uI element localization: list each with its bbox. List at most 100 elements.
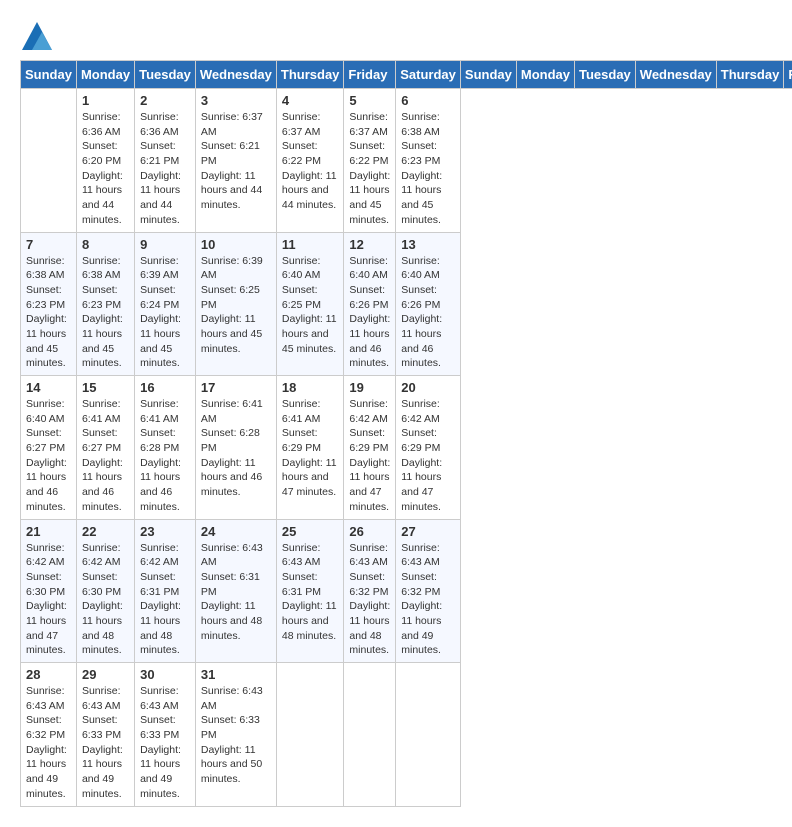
day-header-friday: Friday bbox=[784, 61, 792, 89]
day-number: 30 bbox=[140, 667, 190, 682]
calendar-table: SundayMondayTuesdayWednesdayThursdayFrid… bbox=[20, 60, 792, 807]
cell-info: Sunrise: 6:37 AMSunset: 6:22 PMDaylight:… bbox=[349, 111, 390, 226]
cell-info: Sunrise: 6:39 AMSunset: 6:24 PMDaylight:… bbox=[140, 255, 181, 370]
calendar-cell: 14 Sunrise: 6:40 AMSunset: 6:27 PMDayligh… bbox=[21, 376, 77, 520]
calendar-cell: 8 Sunrise: 6:38 AMSunset: 6:23 PMDaylight… bbox=[76, 232, 134, 376]
calendar-cell: 12Sunrise: 6:40 AMSunset: 6:26 PMDayligh… bbox=[344, 232, 396, 376]
cell-info: Sunrise: 6:40 AMSunset: 6:26 PMDaylight:… bbox=[401, 255, 442, 370]
calendar-cell: 1Sunrise: 6:36 AMSunset: 6:20 PMDaylight… bbox=[76, 89, 134, 233]
calendar-cell: 19Sunrise: 6:42 AMSunset: 6:29 PMDayligh… bbox=[344, 376, 396, 520]
calendar-cell: 6 Sunrise: 6:38 AMSunset: 6:23 PMDaylight… bbox=[396, 89, 461, 233]
calendar-cell: 25 Sunrise: 6:43 AMSunset: 6:31 PMDayligh… bbox=[276, 519, 344, 663]
week-row-2: 7 Sunrise: 6:38 AMSunset: 6:23 PMDaylight… bbox=[21, 232, 792, 376]
cell-info: Sunrise: 6:40 AMSunset: 6:27 PMDaylight:… bbox=[26, 398, 67, 513]
cell-info: Sunrise: 6:43 AMSunset: 6:31 PMDaylight:… bbox=[201, 542, 263, 642]
day-header-tuesday: Tuesday bbox=[575, 61, 636, 89]
week-row-1: 1Sunrise: 6:36 AMSunset: 6:20 PMDaylight… bbox=[21, 89, 792, 233]
day-number: 20 bbox=[401, 380, 455, 395]
calendar-cell: 5 Sunrise: 6:37 AMSunset: 6:22 PMDaylight… bbox=[344, 89, 396, 233]
cell-info: Sunrise: 6:37 AMSunset: 6:21 PMDaylight:… bbox=[201, 111, 263, 211]
day-header-thursday: Thursday bbox=[716, 61, 784, 89]
day-number: 16 bbox=[140, 380, 190, 395]
calendar-cell: 23 Sunrise: 6:42 AMSunset: 6:31 PMDayligh… bbox=[135, 519, 196, 663]
cell-info: Sunrise: 6:38 AMSunset: 6:23 PMDaylight:… bbox=[401, 111, 442, 226]
day-number: 6 bbox=[401, 93, 455, 108]
day-number: 7 bbox=[26, 237, 71, 252]
day-number: 3 bbox=[201, 93, 271, 108]
day-number: 11 bbox=[282, 237, 339, 252]
calendar-cell bbox=[21, 89, 77, 233]
calendar-cell: 15Sunrise: 6:41 AMSunset: 6:27 PMDayligh… bbox=[76, 376, 134, 520]
calendar-cell: 20Sunrise: 6:42 AMSunset: 6:29 PMDayligh… bbox=[396, 376, 461, 520]
cell-info: Sunrise: 6:42 AMSunset: 6:31 PMDaylight:… bbox=[140, 542, 181, 657]
calendar-cell bbox=[276, 663, 344, 807]
cell-info: Sunrise: 6:37 AMSunset: 6:22 PMDaylight:… bbox=[282, 111, 337, 211]
calendar-cell: 26Sunrise: 6:43 AMSunset: 6:32 PMDayligh… bbox=[344, 519, 396, 663]
calendar-cell: 31 Sunrise: 6:43 AMSunset: 6:33 PMDayligh… bbox=[195, 663, 276, 807]
week-row-4: 21 Sunrise: 6:42 AMSunset: 6:30 PMDayligh… bbox=[21, 519, 792, 663]
day-number: 29 bbox=[82, 667, 129, 682]
calendar-cell: 16Sunrise: 6:41 AMSunset: 6:28 PMDayligh… bbox=[135, 376, 196, 520]
cell-info: Sunrise: 6:43 AMSunset: 6:31 PMDaylight:… bbox=[282, 542, 337, 642]
calendar-cell: 18Sunrise: 6:41 AMSunset: 6:29 PMDayligh… bbox=[276, 376, 344, 520]
calendar-cell: 4 Sunrise: 6:37 AMSunset: 6:22 PMDaylight… bbox=[276, 89, 344, 233]
day-number: 5 bbox=[349, 93, 390, 108]
calendar-cell: 7Sunrise: 6:38 AMSunset: 6:23 PMDaylight… bbox=[21, 232, 77, 376]
calendar-cell: 13 Sunrise: 6:40 AMSunset: 6:26 PMDayligh… bbox=[396, 232, 461, 376]
calendar-cell bbox=[344, 663, 396, 807]
cell-info: Sunrise: 6:43 AMSunset: 6:33 PMDaylight:… bbox=[201, 685, 263, 785]
day-number: 9 bbox=[140, 237, 190, 252]
cell-info: Sunrise: 6:43 AMSunset: 6:32 PMDaylight:… bbox=[401, 542, 442, 657]
calendar-cell: 30Sunrise: 6:43 AMSunset: 6:33 PMDayligh… bbox=[135, 663, 196, 807]
day-header-monday: Monday bbox=[516, 61, 574, 89]
day-number: 27 bbox=[401, 524, 455, 539]
day-number: 21 bbox=[26, 524, 71, 539]
day-number: 2 bbox=[140, 93, 190, 108]
day-number: 24 bbox=[201, 524, 271, 539]
calendar-cell: 11Sunrise: 6:40 AMSunset: 6:25 PMDayligh… bbox=[276, 232, 344, 376]
day-header-sunday: Sunday bbox=[460, 61, 516, 89]
cell-info: Sunrise: 6:41 AMSunset: 6:27 PMDaylight:… bbox=[82, 398, 123, 513]
day-header-monday: Monday bbox=[76, 61, 134, 89]
day-number: 13 bbox=[401, 237, 455, 252]
page-header bbox=[20, 20, 772, 50]
day-header-friday: Friday bbox=[344, 61, 396, 89]
day-number: 4 bbox=[282, 93, 339, 108]
cell-info: Sunrise: 6:36 AMSunset: 6:20 PMDaylight:… bbox=[82, 111, 123, 226]
day-number: 28 bbox=[26, 667, 71, 682]
day-number: 8 bbox=[82, 237, 129, 252]
week-row-5: 28Sunrise: 6:43 AMSunset: 6:32 PMDayligh… bbox=[21, 663, 792, 807]
calendar-cell: 10 Sunrise: 6:39 AMSunset: 6:25 PMDayligh… bbox=[195, 232, 276, 376]
day-header-thursday: Thursday bbox=[276, 61, 344, 89]
cell-info: Sunrise: 6:40 AMSunset: 6:26 PMDaylight:… bbox=[349, 255, 390, 370]
day-number: 22 bbox=[82, 524, 129, 539]
calendar-cell: 28Sunrise: 6:43 AMSunset: 6:32 PMDayligh… bbox=[21, 663, 77, 807]
day-header-saturday: Saturday bbox=[396, 61, 461, 89]
day-number: 10 bbox=[201, 237, 271, 252]
logo bbox=[20, 20, 52, 50]
day-number: 19 bbox=[349, 380, 390, 395]
day-number: 23 bbox=[140, 524, 190, 539]
cell-info: Sunrise: 6:36 AMSunset: 6:21 PMDaylight:… bbox=[140, 111, 181, 226]
calendar-cell: 9 Sunrise: 6:39 AMSunset: 6:24 PMDaylight… bbox=[135, 232, 196, 376]
day-header-wednesday: Wednesday bbox=[195, 61, 276, 89]
calendar-cell bbox=[396, 663, 461, 807]
cell-info: Sunrise: 6:38 AMSunset: 6:23 PMDaylight:… bbox=[82, 255, 123, 370]
day-number: 26 bbox=[349, 524, 390, 539]
calendar-cell: 3 Sunrise: 6:37 AMSunset: 6:21 PMDaylight… bbox=[195, 89, 276, 233]
cell-info: Sunrise: 6:39 AMSunset: 6:25 PMDaylight:… bbox=[201, 255, 263, 355]
calendar-cell: 2 Sunrise: 6:36 AMSunset: 6:21 PMDaylight… bbox=[135, 89, 196, 233]
cell-info: Sunrise: 6:42 AMSunset: 6:30 PMDaylight:… bbox=[26, 542, 67, 657]
day-header-sunday: Sunday bbox=[21, 61, 77, 89]
day-number: 17 bbox=[201, 380, 271, 395]
calendar-cell: 17 Sunrise: 6:41 AMSunset: 6:28 PMDayligh… bbox=[195, 376, 276, 520]
day-number: 14 bbox=[26, 380, 71, 395]
calendar-cell: 21 Sunrise: 6:42 AMSunset: 6:30 PMDayligh… bbox=[21, 519, 77, 663]
logo-icon bbox=[22, 22, 52, 50]
day-number: 18 bbox=[282, 380, 339, 395]
cell-info: Sunrise: 6:41 AMSunset: 6:28 PMDaylight:… bbox=[201, 398, 263, 498]
day-number: 31 bbox=[201, 667, 271, 682]
day-number: 25 bbox=[282, 524, 339, 539]
calendar-cell: 24 Sunrise: 6:43 AMSunset: 6:31 PMDayligh… bbox=[195, 519, 276, 663]
week-row-3: 14 Sunrise: 6:40 AMSunset: 6:27 PMDayligh… bbox=[21, 376, 792, 520]
